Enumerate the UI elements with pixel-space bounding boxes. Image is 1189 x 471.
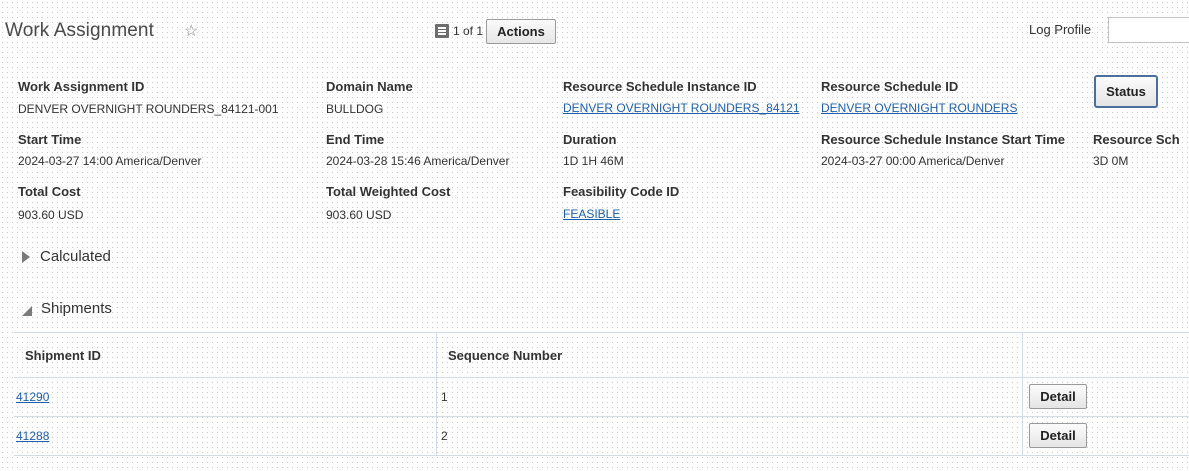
detail-button[interactable]: Detail (1029, 423, 1087, 448)
log-profile-label: Log Profile (1029, 22, 1092, 37)
work-assignment-id-label: Work Assignment ID (18, 79, 145, 94)
shipment-id-link[interactable]: 41290 (16, 390, 49, 404)
calculated-section-toggle[interactable]: Calculated (22, 248, 111, 265)
sequence-number-value: 2 (441, 429, 448, 443)
duration-value: 1D 1H 46M (563, 154, 624, 168)
title-bar: Work Assignment ☆ 1 of 1 Actions Log Pro… (0, 0, 1189, 60)
total-weighted-cost-label: Total Weighted Cost (326, 184, 451, 199)
start-time-value: 2024-03-27 14:00 America/Denver (18, 154, 202, 168)
shipments-section-toggle[interactable]: Shipments (22, 300, 112, 317)
resource-schedule-id-link[interactable]: DENVER OVERNIGHT ROUNDERS (821, 101, 1017, 115)
end-time-label: End Time (326, 132, 385, 147)
feasibility-code-id-label: Feasibility Code ID (563, 184, 680, 199)
detail-button[interactable]: Detail (1029, 384, 1087, 409)
resource-schedule-id-label: Resource Schedule ID (821, 79, 959, 94)
feasibility-code-id-link[interactable]: FEASIBLE (563, 207, 620, 221)
start-time-label: Start Time (18, 132, 82, 147)
resource-sch-value: 3D 0M (1093, 154, 1129, 168)
record-counter: 1 of 1 (453, 24, 484, 38)
table-cell: 1 (436, 378, 1022, 416)
domain-name-label: Domain Name (326, 79, 413, 94)
table-cell: Detail (1022, 378, 1189, 416)
table-cell: Detail (1022, 417, 1189, 455)
header-cell: Sequence Number (436, 333, 1022, 377)
shipments-section-label: Shipments (41, 300, 112, 317)
actions-button[interactable]: Actions (486, 19, 556, 44)
shipments-table: Shipment ID Sequence Number 41290 1 Deta… (14, 332, 1189, 456)
table-cell: 2 (436, 417, 1022, 455)
resource-schedule-instance-id-label: Resource Schedule Instance ID (563, 79, 757, 94)
total-cost-label: Total Cost (18, 184, 81, 199)
sequence-number-value: 1 (441, 390, 448, 404)
status-button[interactable]: Status (1094, 75, 1158, 108)
header-cell (1022, 333, 1189, 377)
table-cell: 41288 (14, 417, 436, 455)
collapse-arrow-icon (22, 305, 32, 316)
table-row: 41290 1 Detail (14, 378, 1189, 417)
record-list-icon[interactable] (435, 24, 449, 38)
sequence-number-column-header: Sequence Number (448, 348, 563, 363)
total-weighted-cost-value: 903.60 USD (326, 208, 392, 222)
page-title: Work Assignment (5, 20, 154, 41)
table-cell: 41290 (14, 378, 436, 416)
favorite-star-icon[interactable]: ☆ (184, 21, 198, 41)
shipment-id-column-header: Shipment ID (25, 348, 101, 363)
resource-sch-label: Resource Sch (1093, 132, 1180, 147)
expand-arrow-icon (22, 250, 30, 263)
duration-label: Duration (563, 132, 617, 147)
domain-name-value: BULLDOG (326, 102, 384, 116)
work-assignment-id-value: DENVER OVERNIGHT ROUNDERS_84121-001 (18, 102, 279, 116)
rsi-start-time-value: 2024-03-27 00:00 America/Denver (821, 154, 1005, 168)
log-profile-input[interactable] (1108, 17, 1189, 43)
table-row: 41288 2 Detail (14, 417, 1189, 456)
calculated-section-label: Calculated (40, 248, 111, 265)
shipment-id-link[interactable]: 41288 (16, 429, 49, 443)
total-cost-value: 903.60 USD (18, 208, 84, 222)
rsi-start-time-label: Resource Schedule Instance Start Time (821, 132, 1065, 147)
header-cell: Shipment ID (14, 333, 436, 377)
table-header-row: Shipment ID Sequence Number (14, 333, 1189, 378)
end-time-value: 2024-03-28 15:46 America/Denver (326, 154, 510, 168)
resource-schedule-instance-id-link[interactable]: DENVER OVERNIGHT ROUNDERS_84121 (563, 101, 800, 115)
